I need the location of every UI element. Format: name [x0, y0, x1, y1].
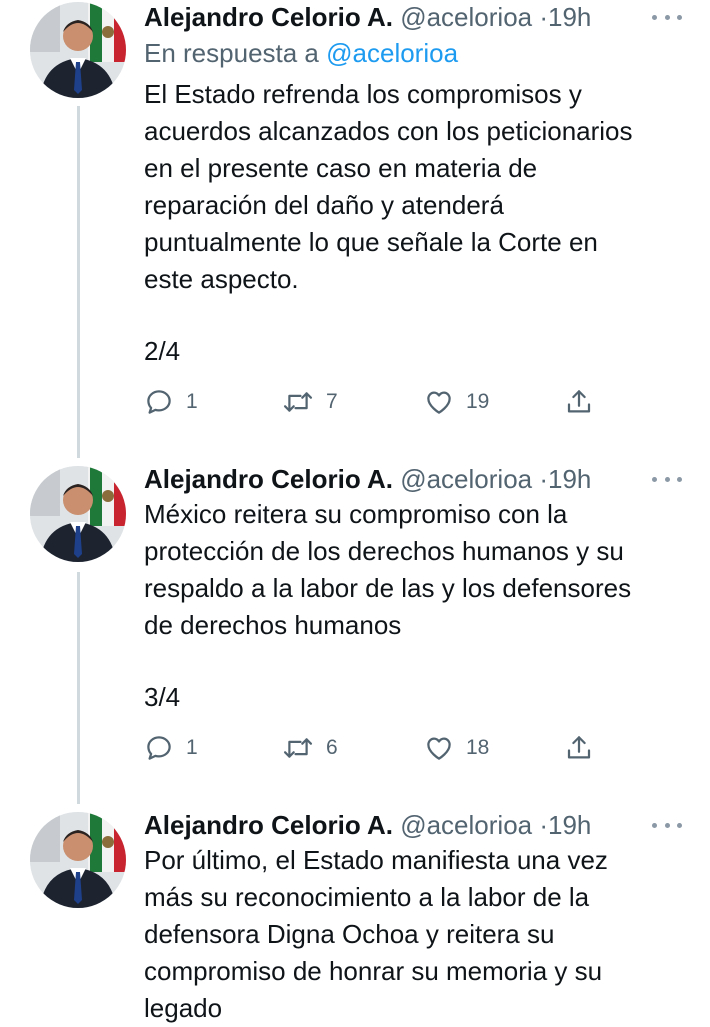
retweet-count: 6	[326, 736, 338, 759]
separator-dot: ·	[539, 810, 549, 840]
author-name[interactable]: Alejandro Celorio A.	[144, 810, 393, 840]
more-icon[interactable]	[652, 808, 682, 842]
reply-prefix: En respuesta a	[144, 38, 327, 68]
more-icon[interactable]	[652, 462, 682, 496]
thread-line	[77, 572, 80, 804]
tweet-text: Por último, el Estado manifiesta una vez…	[144, 845, 608, 1023]
separator-dot: ·	[539, 2, 549, 32]
reply-context: En respuesta a @acelorioa	[144, 36, 688, 70]
author-handle[interactable]: @acelorioa	[400, 810, 532, 840]
author-handle[interactable]: @acelorioa	[400, 464, 532, 494]
tweet-text: México reitera su compromiso con la prot…	[144, 499, 632, 640]
author-name[interactable]: Alejandro Celorio A.	[144, 464, 393, 494]
share-icon	[567, 736, 591, 759]
retweet-count: 7	[326, 390, 338, 413]
reply-icon	[147, 390, 171, 414]
like-icon	[427, 391, 451, 414]
like-button[interactable]: 18	[424, 728, 489, 768]
retweet-button[interactable]: 6	[282, 728, 338, 768]
share-icon	[567, 390, 591, 413]
retweet-icon	[283, 392, 313, 412]
avatar[interactable]	[30, 466, 126, 562]
like-count: 18	[466, 736, 490, 759]
reply-button[interactable]: 1	[144, 728, 198, 768]
thread-line	[77, 106, 80, 458]
timestamp[interactable]: 19h	[548, 464, 591, 494]
share-button[interactable]	[564, 728, 594, 768]
retweet-button[interactable]: 7	[282, 382, 338, 422]
reply-mention-link[interactable]: @acelorioa	[326, 38, 458, 68]
reply-button[interactable]: 1	[144, 382, 198, 422]
thread-counter: 2/4	[144, 336, 181, 366]
avatar[interactable]	[30, 812, 126, 908]
tweet-header: Alejandro Celorio A. @acelorioa ·19h	[144, 0, 688, 34]
profile-photo	[30, 812, 126, 908]
reply-icon	[147, 736, 171, 760]
timestamp[interactable]: 19h	[548, 810, 591, 840]
avatar[interactable]	[30, 2, 126, 98]
tweet[interactable]: Alejandro Celorio A. @acelorioa ·19h Méx…	[0, 462, 710, 806]
tweet-text: El Estado refrenda los compromisos y acu…	[144, 79, 633, 294]
share-button[interactable]	[564, 382, 594, 422]
profile-photo	[30, 466, 126, 562]
separator-dot: ·	[539, 464, 549, 494]
thread-counter: 3/4	[144, 682, 181, 712]
tweet-header: Alejandro Celorio A. @acelorioa ·19h	[144, 808, 688, 842]
more-icon[interactable]	[652, 0, 682, 34]
author-name[interactable]: Alejandro Celorio A.	[144, 2, 393, 32]
author-handle[interactable]: @acelorioa	[400, 2, 532, 32]
tweet-header: Alejandro Celorio A. @acelorioa ·19h	[144, 462, 688, 496]
like-button[interactable]: 19	[424, 382, 489, 422]
tweet[interactable]: Alejandro Celorio A. @acelorioa ·19h Por…	[0, 808, 710, 1024]
tweet-actions: 1 7 19	[144, 382, 688, 422]
like-count: 19	[466, 390, 490, 413]
profile-photo	[30, 2, 126, 98]
like-icon	[427, 737, 451, 760]
timestamp[interactable]: 19h	[548, 2, 591, 32]
tweet-actions: 1 6 18	[144, 728, 688, 768]
reply-count: 1	[186, 736, 198, 759]
retweet-icon	[283, 738, 313, 758]
tweet[interactable]: Alejandro Celorio A. @acelorioa ·19h En …	[0, 0, 710, 460]
reply-count: 1	[186, 390, 198, 413]
